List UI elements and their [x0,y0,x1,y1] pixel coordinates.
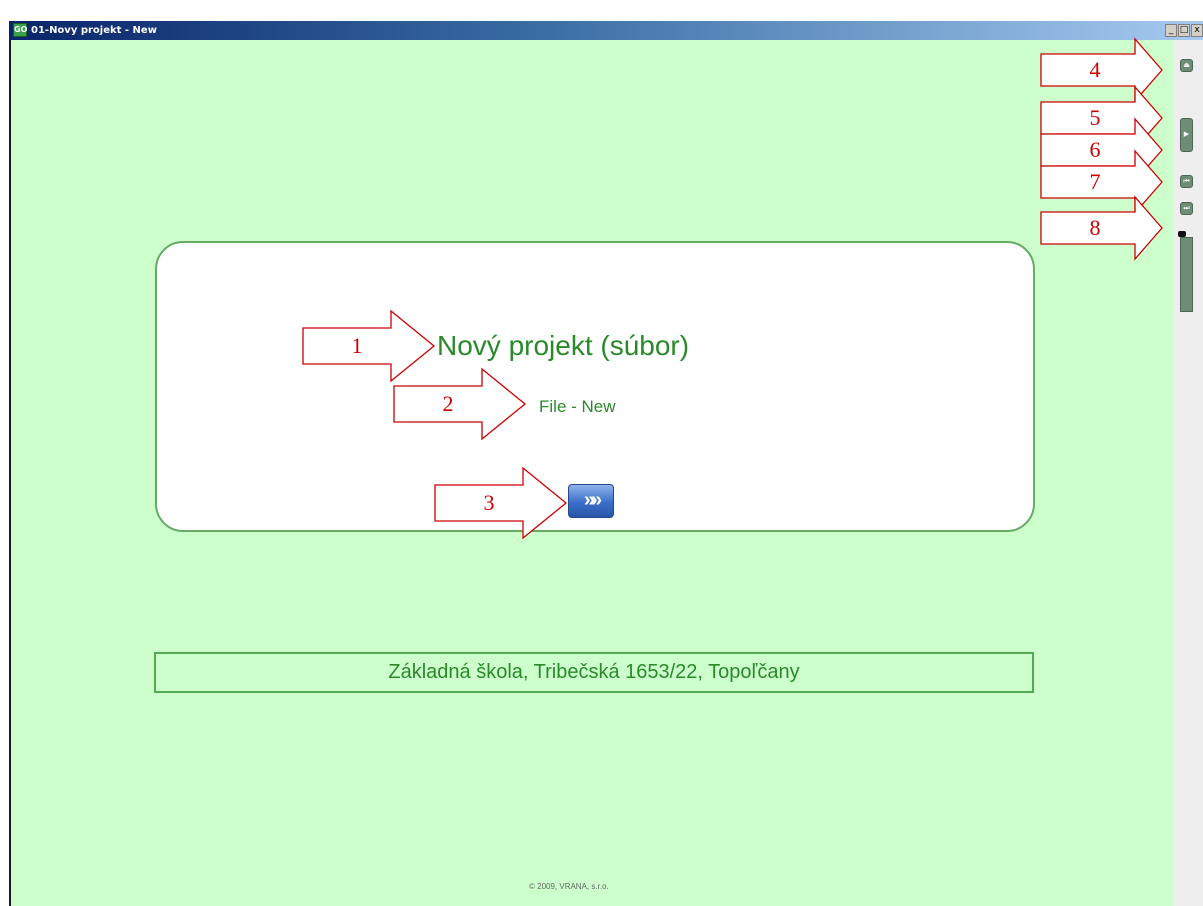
school-banner: Základná škola, Tribečská 1653/22, Topoľ… [154,652,1034,693]
app-icon: GO [13,23,27,37]
minimize-button[interactable]: _ [1165,24,1177,37]
slide-title: Nový projekt (súbor) [437,330,690,361]
callout-label-2: 2 [442,391,454,416]
close-button[interactable]: x [1191,24,1203,37]
callout-arrow-8: 8 [1040,195,1163,261]
callout-arrow-3: 3 [434,466,568,540]
rewind-button[interactable]: ⏮ [1180,175,1193,188]
callout-label-8: 8 [1089,215,1101,240]
callout-label-3: 3 [483,490,495,515]
slide-subtitle: File - New [539,397,616,416]
player-controls: ⏏ ▶ ⏮ ⏭ [1174,40,1203,906]
window-title: 01-Novy projekt - New [31,25,157,36]
progress-slider[interactable] [1180,237,1193,312]
callout-arrow-2: 2 [393,367,527,441]
exit-button[interactable]: ⏏ [1180,59,1193,72]
next-button[interactable]: »» [568,484,614,518]
title-bar[interactable]: GO 01-Novy projekt - New _ □ x [9,21,1203,40]
maximize-button[interactable]: □ [1178,24,1190,37]
window-controls: _ □ x [1164,21,1203,40]
forward-button[interactable]: ⏭ [1180,202,1193,215]
copyright-text: © 2009, VRANA, s.r.o. [529,882,609,891]
play-button[interactable]: ▶ [1180,118,1193,152]
